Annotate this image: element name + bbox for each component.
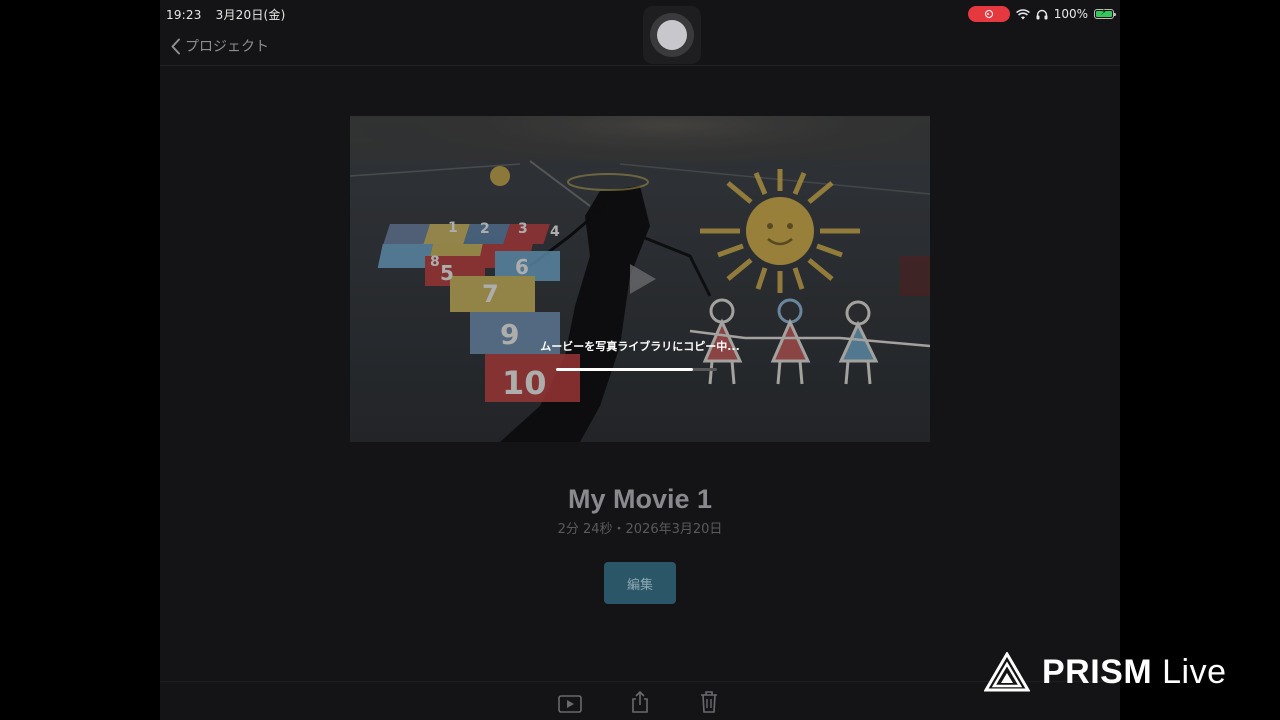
imovie-project-screen: 19:23 3月20日(金) 100% ⚡ プロジェクト 1 2 3 4 5 6… — [160, 0, 1120, 720]
watermark-suffix: Live — [1162, 652, 1227, 691]
trash-icon[interactable] — [699, 690, 719, 714]
battery-icon: ⚡ — [1094, 7, 1116, 19]
status-bar: 19:23 3月20日(金) 100% ⚡ — [160, 0, 1120, 28]
prism-logo-icon — [984, 652, 1030, 692]
video-preview[interactable]: 1 2 3 4 5 6 7 8 9 10 ムービーを写真ライブラリにコピー中..… — [350, 116, 930, 442]
record-icon — [984, 10, 993, 18]
watermark-brand: PRISM — [1042, 652, 1153, 691]
prism-live-watermark: PRISM Live — [984, 652, 1227, 692]
project-meta: 2分 24秒・2026年3月20日 — [557, 522, 723, 537]
status-time: 19:23 — [166, 8, 202, 22]
prism-live-text: PRISM Live — [1042, 653, 1227, 692]
play-icon[interactable] — [620, 259, 660, 299]
back-label: プロジェクト — [185, 39, 269, 55]
copy-progress-bar — [556, 368, 717, 371]
play-icon[interactable] — [558, 694, 582, 714]
copy-progress-fill — [556, 368, 693, 371]
share-icon[interactable] — [630, 690, 650, 714]
back-button[interactable]: プロジェクト — [170, 36, 269, 56]
bottom-toolbar — [160, 681, 1120, 720]
wifi-icon — [1015, 8, 1030, 19]
nav-divider — [160, 65, 1120, 66]
assistive-touch-button[interactable] — [643, 6, 701, 64]
status-left: 19:23 3月20日(金) — [166, 6, 295, 23]
copy-progress-label: ムービーを写真ライブラリにコピー中... — [540, 340, 740, 353]
screen-recording-indicator[interactable] — [967, 6, 1010, 22]
status-date: 3月20日(金) — [215, 8, 286, 22]
status-right: 100% ⚡ — [967, 6, 1116, 22]
project-title: My Movie 1 — [567, 484, 713, 514]
battery-percent: 100% — [1053, 7, 1088, 21]
edit-button[interactable]: 編集 — [604, 562, 676, 604]
chevron-left-icon — [171, 38, 180, 54]
headphones-icon — [1036, 9, 1048, 19]
assistive-touch-dot — [657, 20, 687, 50]
